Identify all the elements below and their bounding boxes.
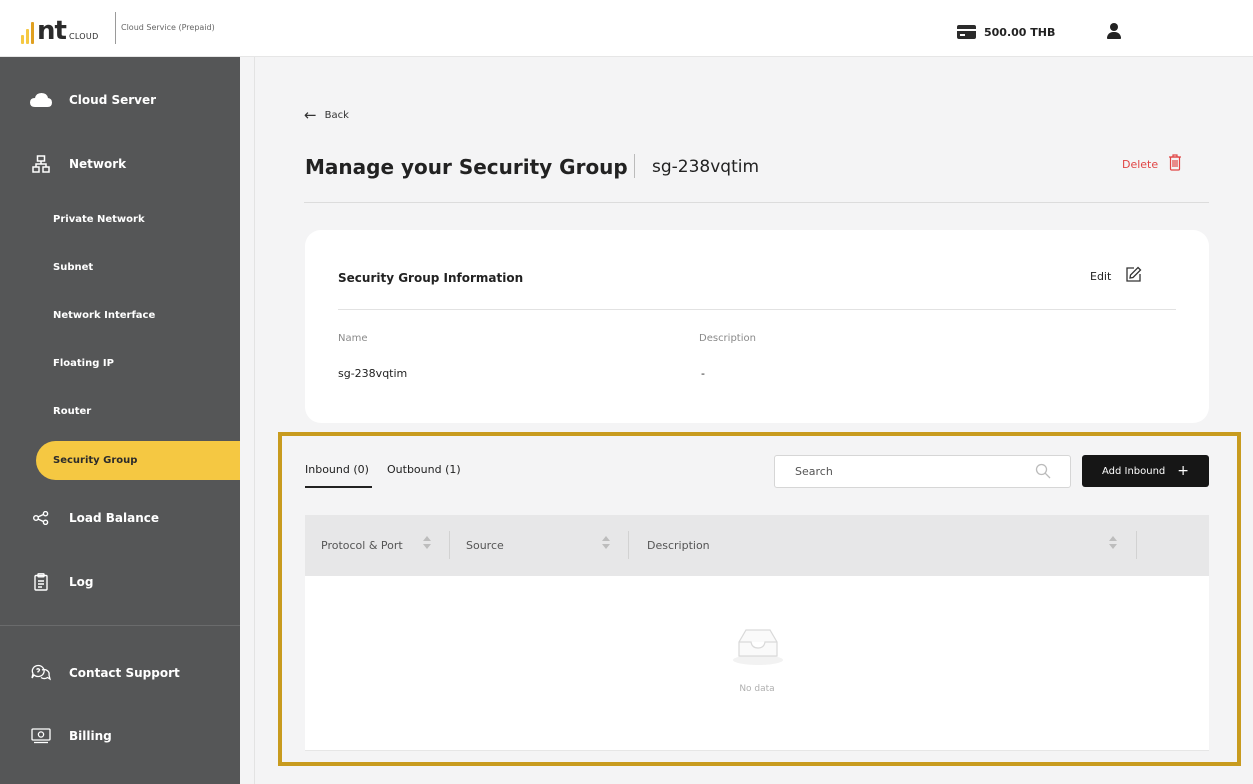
- active-tab-indicator: [305, 486, 372, 488]
- sidebar-item-network-interface[interactable]: Network Interface: [53, 310, 155, 321]
- column-header-source[interactable]: Source: [466, 539, 504, 552]
- trash-icon: [1168, 154, 1182, 174]
- sort-icon[interactable]: [423, 535, 431, 551]
- header-divider: [304, 202, 1209, 203]
- edit-button[interactable]: Edit: [1090, 266, 1142, 286]
- security-group-id: sg-238vqtim: [652, 157, 760, 177]
- network-icon: [30, 154, 52, 174]
- chat-support-icon: [30, 663, 52, 683]
- sidebar: Cloud Server Network Private Network Sub…: [0, 57, 240, 784]
- sidebar-item-label: Network: [69, 157, 127, 171]
- balance-amount: 500.00 THB: [984, 25, 1056, 39]
- credit-card-icon: [957, 25, 976, 39]
- tab-inbound[interactable]: Inbound (0): [305, 463, 369, 476]
- column-separator: [1136, 531, 1137, 559]
- sidebar-item-label: Cloud Server: [69, 93, 157, 107]
- search-icon[interactable]: [1035, 463, 1051, 483]
- rules-table-body: No data: [305, 576, 1209, 751]
- info-card-title: Security Group Information: [338, 271, 524, 285]
- sidebar-item-router[interactable]: Router: [53, 406, 91, 417]
- title-separator: [634, 154, 635, 178]
- service-label: Cloud Service (Prepaid): [121, 23, 215, 32]
- rules-table-header: Protocol & Port Source Description: [305, 515, 1209, 576]
- column-header-protocol-port[interactable]: Protocol & Port: [321, 539, 403, 552]
- sidebar-item-subnet[interactable]: Subnet: [53, 262, 93, 273]
- sidebar-item-log[interactable]: Log: [30, 572, 93, 592]
- delete-button[interactable]: Delete: [1122, 154, 1182, 174]
- search-input[interactable]: [795, 465, 1025, 478]
- clipboard-icon: [30, 572, 52, 592]
- sidebar-item-label: Contact Support: [69, 666, 180, 680]
- empty-state-text: No data: [739, 684, 775, 694]
- sidebar-item-cloud-server[interactable]: Cloud Server: [30, 90, 156, 110]
- sidebar-item-label: Security Group: [53, 455, 138, 466]
- add-inbound-label: Add Inbound: [1101, 465, 1166, 477]
- sidebar-item-label: Billing: [69, 729, 112, 743]
- search-box[interactable]: [774, 455, 1071, 488]
- add-inbound-button[interactable]: Add Inbound +: [1082, 455, 1209, 487]
- sidebar-item-load-balance[interactable]: Load Balance: [30, 508, 159, 528]
- column-header-description[interactable]: Description: [647, 539, 710, 552]
- tab-outbound[interactable]: Outbound (1): [387, 463, 461, 476]
- cloud-icon: [30, 90, 52, 110]
- sort-icon[interactable]: [602, 535, 610, 551]
- column-separator: [449, 531, 450, 559]
- user-profile-icon[interactable]: [1107, 23, 1121, 39]
- sidebar-item-billing[interactable]: Billing: [30, 726, 112, 746]
- logo-divider: [115, 12, 116, 44]
- logo-subtext: CLOUD: [68, 32, 99, 41]
- sidebar-item-network[interactable]: Network: [30, 154, 126, 174]
- sort-icon[interactable]: [1109, 535, 1117, 551]
- column-separator: [628, 531, 629, 559]
- sidebar-item-label: Log: [69, 575, 94, 589]
- sidebar-divider: [0, 625, 240, 626]
- content-edge-line: [254, 57, 255, 784]
- nt-cloud-logo[interactable]: nt CLOUD: [21, 14, 99, 44]
- security-group-info-card: Security Group Information Edit Name sg-…: [305, 230, 1209, 423]
- back-link[interactable]: ← Back: [304, 108, 349, 123]
- description-value: -: [701, 367, 705, 380]
- edit-label: Edit: [1090, 269, 1112, 283]
- billing-icon: [30, 726, 52, 746]
- sidebar-item-security-group[interactable]: Security Group: [36, 441, 240, 480]
- logo-bars-icon: [21, 22, 34, 44]
- name-label: Name: [338, 333, 368, 344]
- back-label: Back: [324, 110, 349, 121]
- rules-panel-highlight: Inbound (0) Outbound (1) Add Inbound + P…: [278, 432, 1241, 766]
- sidebar-item-floating-ip[interactable]: Floating IP: [53, 358, 114, 369]
- sidebar-item-label: Load Balance: [69, 511, 160, 525]
- delete-label: Delete: [1122, 157, 1159, 171]
- empty-inbox-icon: [731, 624, 785, 670]
- wallet-balance[interactable]: 500.00 THB: [957, 25, 1055, 39]
- sidebar-item-private-network[interactable]: Private Network: [53, 214, 145, 225]
- description-label: Description: [699, 333, 756, 344]
- pencil-edit-icon: [1125, 266, 1142, 286]
- load-balance-icon: [30, 508, 52, 528]
- arrow-left-icon: ←: [304, 106, 317, 124]
- top-header: nt CLOUD Cloud Service (Prepaid) 500.00 …: [0, 0, 1253, 57]
- info-card-divider: [338, 309, 1176, 310]
- name-value: sg-238vqtim: [338, 367, 408, 380]
- sidebar-item-contact-support[interactable]: Contact Support: [30, 663, 180, 683]
- logo-text: nt: [37, 16, 67, 46]
- page-title: Manage your Security Group: [305, 155, 628, 179]
- plus-icon: +: [1177, 463, 1190, 479]
